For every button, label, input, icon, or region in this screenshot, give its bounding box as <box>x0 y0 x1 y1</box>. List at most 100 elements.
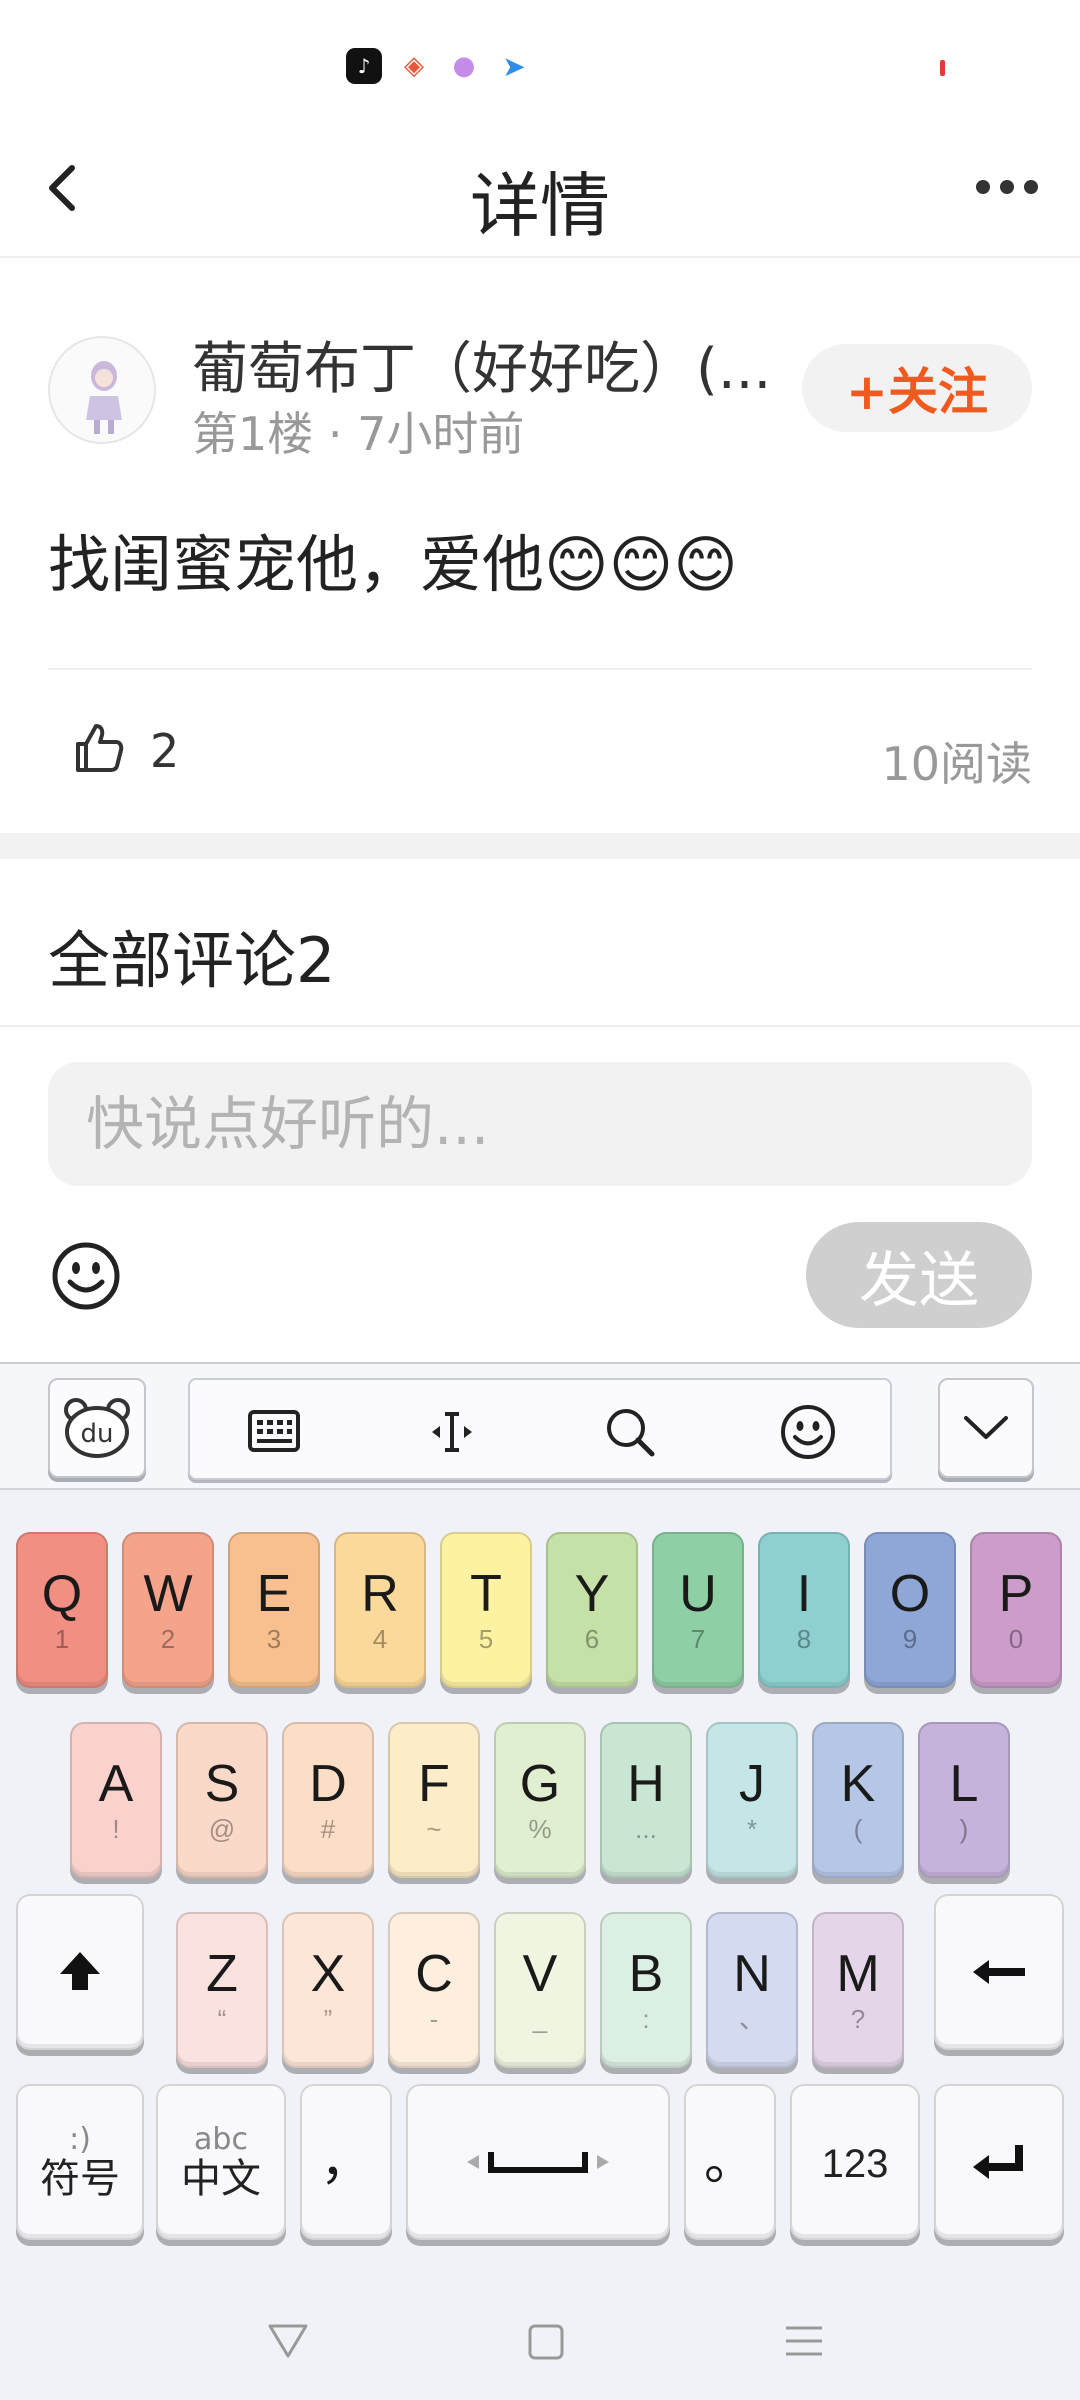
key-b[interactable]: B: <box>600 1912 692 2068</box>
key-u[interactable]: U7 <box>652 1532 744 1688</box>
follow-button[interactable]: +关注 <box>802 344 1032 432</box>
keyboard: du Q 1 W 2 E 3 R 4 T 5 Y 6 U 7 I 8 O 9 P… <box>0 1362 1080 2280</box>
key-secondary-label: 9 <box>902 1624 918 1654</box>
key-label: X <box>310 1945 346 2003</box>
collapse-keyboard-button[interactable] <box>938 1378 1034 1478</box>
key-x[interactable]: X” <box>282 1912 374 2068</box>
key-secondary-label: ... <box>635 1814 657 1844</box>
key-e[interactable]: E3 <box>228 1532 320 1688</box>
backspace-key[interactable] <box>934 1894 1064 2050</box>
key-secondary-label: ? <box>850 2004 866 2034</box>
status-bar: ♪ ◈ ● ➤ <box>0 0 1080 120</box>
key-h[interactable]: H... <box>600 1722 692 1878</box>
key-i[interactable]: I8 <box>758 1532 850 1688</box>
key-y[interactable]: Y6 <box>546 1532 638 1688</box>
like-count: 2 <box>150 724 180 778</box>
key-w[interactable]: W2 <box>122 1532 214 1688</box>
enter-key[interactable] <box>934 2084 1064 2240</box>
keyboard-icon[interactable] <box>244 1402 304 1462</box>
comment-input[interactable] <box>48 1062 1032 1186</box>
key-v[interactable]: V _ <box>494 1912 586 2068</box>
key-label: A <box>98 1755 134 1813</box>
key-secondary-label: 0 <box>1008 1624 1024 1654</box>
key-label: U <box>679 1565 717 1623</box>
key-c[interactable]: C- <box>388 1912 480 2068</box>
key-secondary-label: _ <box>532 2004 548 2034</box>
key-z[interactable]: Z “ <box>176 1912 268 2068</box>
du-logo-button[interactable]: du <box>48 1378 146 1478</box>
key-s[interactable]: S @ <box>176 1722 268 1878</box>
key-j[interactable]: J * <box>706 1722 798 1878</box>
key-secondary-label: * <box>746 1814 758 1844</box>
key-secondary-label: ) <box>959 1814 969 1844</box>
svg-text:du: du <box>81 1419 114 1449</box>
key-label: L <box>949 1755 979 1813</box>
key-secondary-label: % <box>528 1814 552 1844</box>
key-secondary-label: 4 <box>372 1624 388 1654</box>
space-bar-icon <box>467 2152 609 2173</box>
page-title: 详情 <box>470 165 610 247</box>
key-label: M <box>836 1945 880 2003</box>
key-secondary-label: 7 <box>690 1624 706 1654</box>
du-logo-icon: du <box>64 1398 130 1458</box>
menu-lines-icon[interactable] <box>776 2312 832 2368</box>
key-secondary-label: “ <box>217 2004 227 2034</box>
key-f[interactable]: F ~ <box>388 1722 480 1878</box>
shift-key[interactable] <box>16 1894 144 2050</box>
triangle-back-icon[interactable] <box>260 2312 316 2368</box>
keyboard-toolbar: du <box>0 1364 1080 1490</box>
period-key[interactable]: 。 <box>684 2084 776 2240</box>
symbol-key-hint: :) <box>69 2122 91 2157</box>
language-key-hint: abc <box>194 2122 248 2157</box>
cursor-icon[interactable] <box>422 1402 482 1462</box>
key-label: D <box>309 1755 347 1813</box>
key-k[interactable]: K( <box>812 1722 904 1878</box>
key-secondary-label: 、 <box>738 2004 765 2034</box>
key-label: J <box>739 1755 765 1813</box>
key-secondary-label: ~ <box>426 1814 442 1844</box>
key-secondary-label: @ <box>208 1814 236 1844</box>
key-label: T <box>470 1565 502 1623</box>
space-key[interactable] <box>406 2084 670 2240</box>
divider <box>48 668 1032 670</box>
tiktok-icon: ♪ <box>346 48 382 84</box>
key-g[interactable]: G% <box>494 1722 586 1878</box>
key-q[interactable]: Q1 <box>16 1532 108 1688</box>
symbol-key[interactable]: :) 符号 <box>16 2084 144 2240</box>
more-dot <box>1000 180 1014 194</box>
author-name[interactable]: 葡萄布丁（好好吃）(... <box>192 324 771 405</box>
more-button[interactable] <box>976 180 1038 196</box>
key-d[interactable]: D # <box>282 1722 374 1878</box>
key-label: R <box>361 1565 399 1623</box>
key-t[interactable]: T5 <box>440 1532 532 1688</box>
key-n[interactable]: N、 <box>706 1912 798 2068</box>
key-label: S <box>204 1755 240 1813</box>
backspace-arrow-icon <box>973 1960 1025 1984</box>
send-button[interactable]: 发送 <box>806 1222 1032 1328</box>
key-r[interactable]: R4 <box>334 1532 426 1688</box>
square-home-icon[interactable] <box>518 2312 574 2368</box>
thumbs-up-icon[interactable] <box>70 720 126 776</box>
key-m[interactable]: M? <box>812 1912 904 2068</box>
key-l[interactable]: L) <box>918 1722 1010 1878</box>
key-label: K <box>840 1755 876 1813</box>
keyboard-tool-group <box>188 1378 892 1480</box>
comma-key[interactable]: ， <box>300 2084 392 2240</box>
key-secondary-label: 1 <box>54 1624 70 1654</box>
more-dot <box>976 180 990 194</box>
language-key[interactable]: abc 中文 <box>156 2084 286 2240</box>
key-secondary-label: 3 <box>266 1624 282 1654</box>
emoji-icon[interactable] <box>778 1402 838 1462</box>
key-secondary-label: 5 <box>478 1624 494 1654</box>
number-key[interactable]: 123 <box>790 2084 920 2240</box>
key-o[interactable]: O9 <box>864 1532 956 1688</box>
key-a[interactable]: A! <box>70 1722 162 1878</box>
search-icon[interactable] <box>600 1402 660 1462</box>
key-label: F <box>418 1755 450 1813</box>
key-p[interactable]: P0 <box>970 1532 1062 1688</box>
divider <box>0 1025 1080 1027</box>
shift-arrow-icon <box>60 1952 100 1990</box>
notification-icons: ♪ ◈ ● ➤ <box>346 48 532 84</box>
avatar[interactable] <box>48 336 156 444</box>
emoji-icon[interactable] <box>50 1240 122 1312</box>
